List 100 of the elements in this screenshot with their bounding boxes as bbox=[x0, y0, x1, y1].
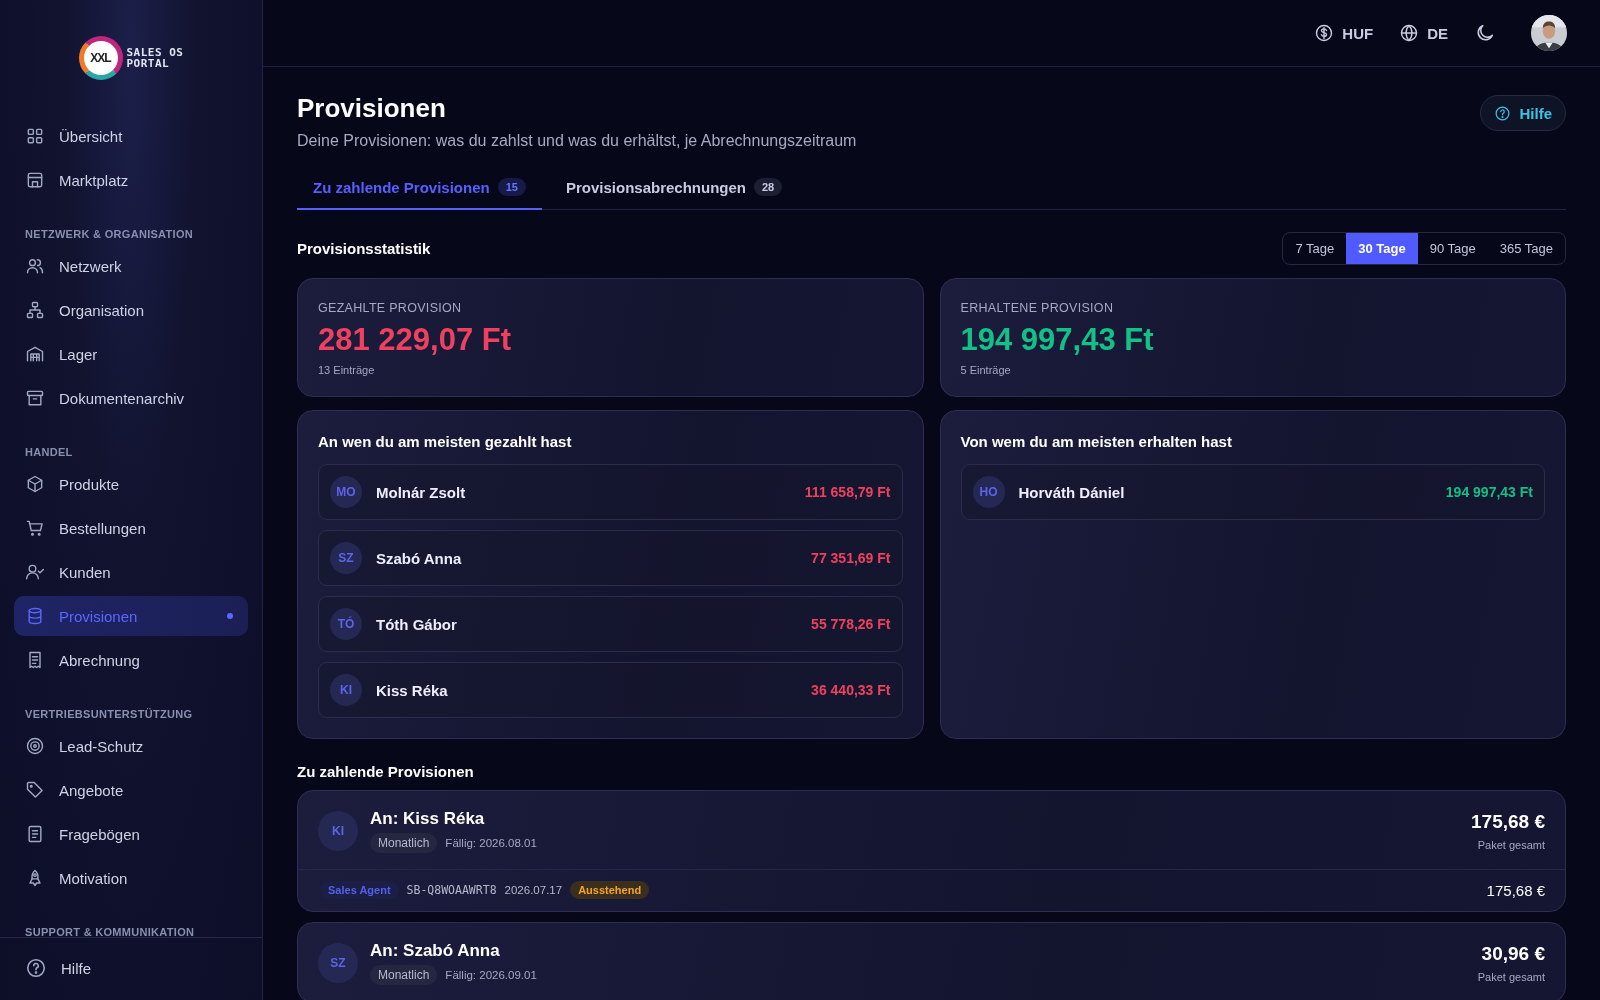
grid-icon bbox=[25, 126, 45, 146]
tab[interactable]: Provisionsabrechnungen 28 bbox=[549, 168, 799, 210]
entry-count: 5 Einträge bbox=[960, 364, 1012, 376]
person-row[interactable]: TÓ Tóth Gábor 55 778,26 Ft bbox=[318, 596, 903, 652]
count-badge: 15 bbox=[497, 178, 526, 196]
initials-avatar: KI bbox=[330, 674, 362, 706]
logo-text: SALES OS PORTAL bbox=[126, 47, 184, 69]
recipient-name: An: Szabó Anna bbox=[370, 941, 501, 961]
amount: 281 229,07 Ft bbox=[318, 322, 513, 358]
nav-item[interactable]: Motivation bbox=[14, 858, 248, 898]
cart-icon bbox=[25, 518, 45, 538]
archive-icon bbox=[25, 388, 45, 408]
help-button[interactable]: Hilfe bbox=[1480, 95, 1566, 131]
tab[interactable]: Zu zahlende Provisionen 15 bbox=[297, 168, 542, 210]
amount: 77 351,69 Ft bbox=[811, 550, 891, 566]
period-option[interactable]: 7 Tage bbox=[1283, 233, 1347, 264]
section-title: Provisionsstatistik bbox=[297, 240, 431, 257]
store-icon bbox=[25, 170, 45, 190]
theme-toggle[interactable] bbox=[1474, 22, 1496, 44]
initials-avatar: SZ bbox=[318, 943, 358, 983]
dollar-icon bbox=[1314, 23, 1335, 43]
nav-item[interactable]: Abrechnung bbox=[14, 640, 248, 680]
users-icon bbox=[25, 256, 45, 276]
clipboard-icon bbox=[25, 824, 45, 844]
initials-avatar: TÓ bbox=[330, 608, 362, 640]
person-row[interactable]: SZ Szabó Anna 77 351,69 Ft bbox=[318, 530, 903, 586]
frequency-tag: Monatlich bbox=[370, 965, 438, 985]
tag-icon bbox=[25, 780, 45, 800]
card-title: An wen du am meisten gezahlt hast bbox=[318, 433, 573, 450]
card-title: Von wem du am meisten erhalten hast bbox=[960, 433, 1233, 450]
due-date: Fällig: 2026.08.01 bbox=[445, 837, 537, 849]
nav-section-label: HANDEL bbox=[24, 445, 74, 460]
database-icon bbox=[25, 606, 45, 626]
entry-count: 13 Einträge bbox=[318, 364, 376, 376]
total-label: Paket gesamt bbox=[1476, 839, 1545, 851]
nav-item[interactable]: Marktplatz bbox=[14, 160, 248, 200]
nav-item[interactable]: Übersicht bbox=[14, 116, 248, 156]
nav-section-label: NETZWERK & ORGANISATION bbox=[24, 227, 195, 242]
nav-item[interactable]: Netzwerk bbox=[14, 246, 248, 286]
due-date: Fällig: 2026.09.01 bbox=[445, 969, 537, 981]
period-option[interactable]: 365 Tage bbox=[1487, 233, 1565, 264]
reference-code: SB-Q8WOAAWRT8 bbox=[406, 883, 497, 897]
page-title: Provisionen bbox=[297, 93, 447, 124]
target-icon bbox=[25, 736, 45, 756]
nav-item[interactable]: Fragebögen bbox=[14, 814, 248, 854]
section-title: Zu zahlende Provisionen bbox=[297, 763, 475, 780]
total-label: Paket gesamt bbox=[1477, 971, 1545, 983]
globe-icon bbox=[1399, 23, 1420, 43]
nav-item[interactable]: Angebote bbox=[14, 770, 248, 810]
count-badge: 28 bbox=[754, 178, 783, 196]
nav-item[interactable]: Organisation bbox=[14, 290, 248, 330]
page-subtitle: Deine Provisionen: was du zahlst und was du erhältst, je Abrechnungszeitraum bbox=[297, 132, 857, 150]
status-badge: Ausstehend bbox=[570, 881, 650, 899]
active-dot bbox=[227, 613, 233, 619]
initials-avatar: SZ bbox=[330, 542, 362, 574]
nav-section-label: VERTRIEBSUNTERSTÜTZUNG bbox=[24, 707, 194, 722]
help-icon bbox=[1494, 104, 1512, 122]
moon-icon bbox=[1474, 22, 1496, 44]
language-button[interactable]: DE bbox=[1399, 23, 1448, 43]
nav-item[interactable]: Produkte bbox=[14, 464, 248, 504]
nav-item[interactable]: Kunden bbox=[14, 552, 248, 592]
recipient-name: An: Kiss Réka bbox=[370, 809, 486, 829]
warehouse-icon bbox=[25, 344, 45, 364]
box-icon bbox=[25, 474, 45, 494]
amount: 36 440,33 Ft bbox=[811, 682, 891, 698]
card-label: GEZAHLTE PROVISION bbox=[318, 301, 463, 315]
person-row[interactable]: MO Molnár Zsolt 111 658,79 Ft bbox=[318, 464, 903, 520]
period-option[interactable]: 90 Tage bbox=[1417, 233, 1488, 264]
nav-item[interactable]: Bestellungen bbox=[14, 508, 248, 548]
nav-item[interactable]: Dokumentenarchiv bbox=[14, 378, 248, 418]
logo-mark: XXL bbox=[78, 36, 123, 80]
nav-item[interactable]: Hilfe bbox=[14, 948, 248, 988]
total-amount: 175,68 € bbox=[1471, 811, 1545, 833]
initials-avatar: HO bbox=[972, 476, 1005, 508]
user-check-icon bbox=[25, 562, 45, 582]
initials-avatar: KI bbox=[318, 811, 358, 851]
amount: 194 997,43 Ft bbox=[960, 322, 1155, 358]
initials-avatar: MO bbox=[330, 476, 362, 508]
nav-item[interactable]: Lead-Schutz bbox=[14, 726, 248, 766]
hierarchy-icon bbox=[25, 300, 45, 320]
person-name: Tóth Gábor bbox=[376, 615, 458, 633]
person-row[interactable]: KI Kiss Réka 36 440,33 Ft bbox=[318, 662, 903, 718]
person-name: Horváth Dániel bbox=[1018, 483, 1126, 501]
role-tag: Sales Agent bbox=[320, 881, 399, 899]
frequency-tag: Monatlich bbox=[370, 833, 438, 853]
total-amount: 30,96 € bbox=[1480, 943, 1545, 965]
person-name: Molnár Zsolt bbox=[376, 483, 467, 501]
amount: 111 658,79 Ft bbox=[804, 484, 891, 500]
line-date: 2026.07.17 bbox=[504, 884, 563, 896]
period-option[interactable]: 30 Tage bbox=[1346, 233, 1418, 264]
line-amount: 175,68 € bbox=[1486, 881, 1545, 899]
help-icon bbox=[25, 957, 47, 979]
person-row[interactable]: HO Horváth Dániel 194 997,43 Ft bbox=[960, 464, 1545, 520]
nav-section-label: SUPPORT & KOMMUNIKATION bbox=[24, 925, 196, 937]
person-name: Szabó Anna bbox=[376, 549, 463, 567]
amount: 194 997,43 Ft bbox=[1445, 484, 1533, 500]
nav-item[interactable]: Lager bbox=[14, 334, 248, 374]
currency-button[interactable]: HUF bbox=[1314, 23, 1374, 43]
person-name: Kiss Réka bbox=[376, 681, 449, 699]
card-label: ERHALTENE PROVISION bbox=[960, 301, 1115, 315]
